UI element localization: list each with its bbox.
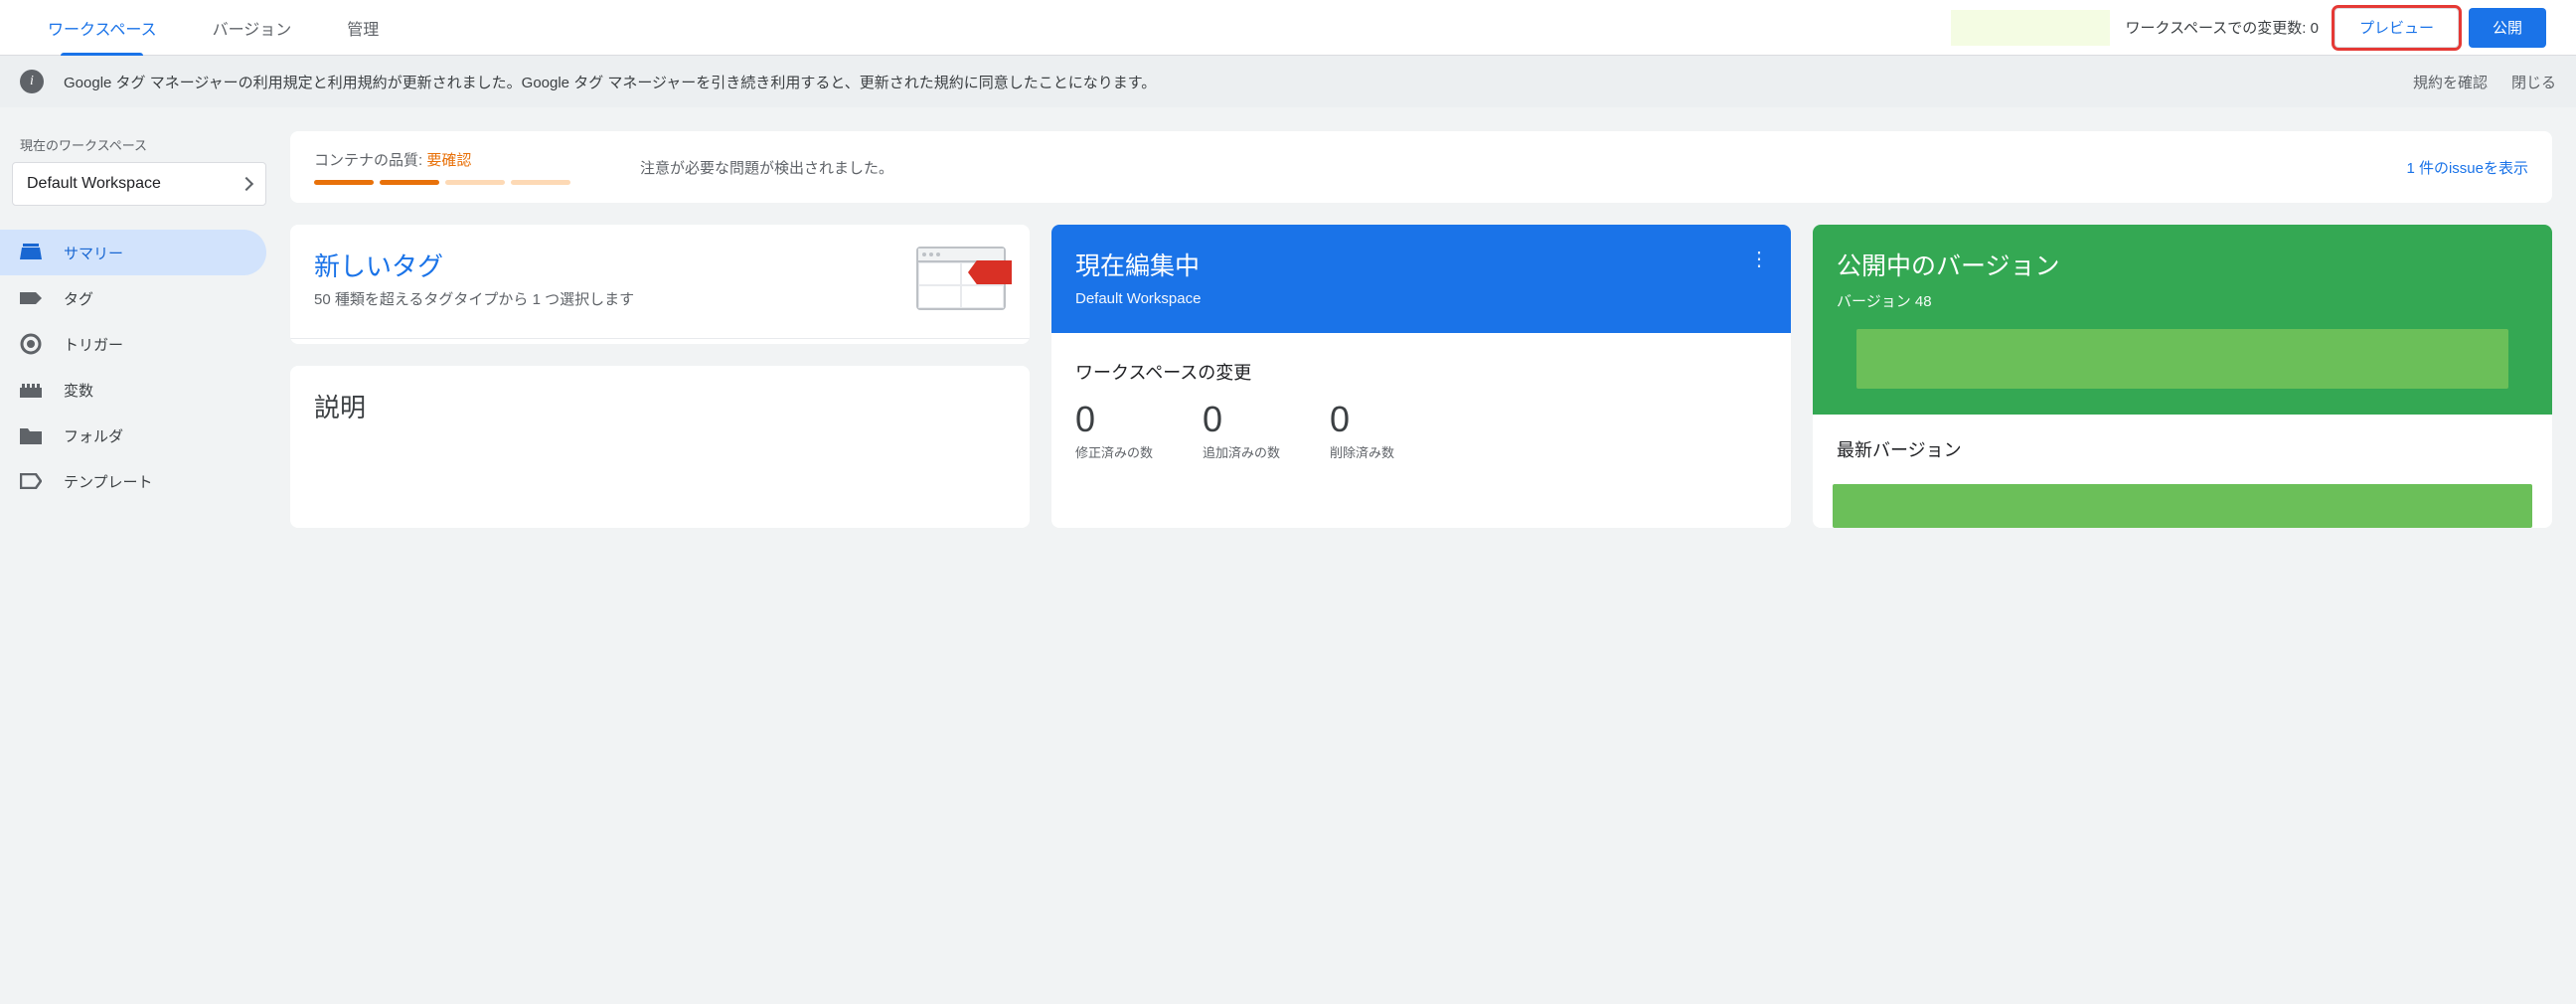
trigger-icon xyxy=(20,333,42,355)
container-quality-card: コンテナの品質: 要確認 注意が必要な問題が検出されました。 1 件のissue… xyxy=(290,131,2552,203)
add-new-tag-link[interactable]: 新しいタグを追加 xyxy=(290,338,1030,344)
nav-tags[interactable]: タグ xyxy=(0,275,266,321)
new-tag-card: 新しいタグ 50 種類を超えるタグタイプから 1 つ選択します 新し xyxy=(290,225,1030,344)
tab-workspace[interactable]: ワークスペース xyxy=(20,0,185,56)
nav-label: サマリー xyxy=(64,243,123,263)
nav-label: テンプレート xyxy=(64,471,153,492)
quality-message: 注意が必要な問題が検出されました。 xyxy=(640,157,2406,178)
stat-deleted: 0 削除済み数 xyxy=(1330,399,1394,461)
close-notice-link[interactable]: 閉じる xyxy=(2511,72,2556,92)
folder-icon xyxy=(20,424,42,446)
review-terms-link[interactable]: 規約を確認 xyxy=(2413,72,2488,92)
published-version-card: 公開中のバージョン バージョン 48 最新バージョン xyxy=(1813,225,2552,528)
tag-illustration-icon xyxy=(916,247,1006,316)
workspace-changes-title: ワークスペースの変更 xyxy=(1075,359,1767,385)
redacted-block xyxy=(1856,329,2508,389)
notice-text: Google タグ マネージャーの利用規定と利用規約が更新されました。Googl… xyxy=(64,72,2389,92)
variables-icon xyxy=(20,379,42,401)
nav-variables[interactable]: 変数 xyxy=(0,367,266,413)
quality-title: コンテナの品質: 要確認 xyxy=(314,149,570,170)
description-title: 説明 xyxy=(314,388,1006,424)
editing-card-menu-icon[interactable]: ⋮ xyxy=(1749,247,1771,271)
terms-notice-bar: i Google タグ マネージャーの利用規定と利用規約が更新されました。Goo… xyxy=(0,56,2576,107)
latest-version-label: 最新バージョン xyxy=(1837,436,2528,462)
nav-summary[interactable]: サマリー xyxy=(0,230,266,275)
nav-label: 変数 xyxy=(64,380,93,401)
workspace-selector[interactable]: Default Workspace xyxy=(12,162,266,206)
tab-admin[interactable]: 管理 xyxy=(319,0,406,56)
workspace-name: Default Workspace xyxy=(27,175,161,193)
nav-templates[interactable]: テンプレート xyxy=(0,458,266,504)
main-content: コンテナの品質: 要確認 注意が必要な問題が検出されました。 1 件のissue… xyxy=(278,107,2576,528)
new-tag-desc: 50 種類を超えるタグタイプから 1 つ選択します xyxy=(314,289,898,312)
workspace-changes-count: ワークスペースでの変更数: 0 xyxy=(2126,17,2319,38)
editing-title: 現在編集中 xyxy=(1075,247,1767,282)
nav-label: フォルダ xyxy=(64,425,123,446)
sidebar: 現在のワークスペース Default Workspace サマリー タグ トリガ… xyxy=(0,107,278,528)
nav-folders[interactable]: フォルダ xyxy=(0,413,266,458)
current-workspace-label: 現在のワークスペース xyxy=(0,135,278,162)
description-card: 説明 xyxy=(290,366,1030,529)
stat-added: 0 追加済みの数 xyxy=(1203,399,1280,461)
redacted-block xyxy=(1833,484,2532,528)
redacted-box xyxy=(1951,10,2110,46)
top-tabs-bar: ワークスペース バージョン 管理 ワークスペースでの変更数: 0 プレビュー 公… xyxy=(0,0,2576,56)
template-icon xyxy=(20,470,42,492)
preview-button[interactable]: プレビュー xyxy=(2334,8,2459,48)
chevron-right-icon xyxy=(240,177,253,191)
published-subtitle: バージョン 48 xyxy=(1837,290,2528,311)
tab-version[interactable]: バージョン xyxy=(185,0,320,56)
nav-label: トリガー xyxy=(64,334,123,355)
currently-editing-card: 現在編集中 Default Workspace ⋮ ワークスペースの変更 0 修… xyxy=(1051,225,1791,528)
nav-triggers[interactable]: トリガー xyxy=(0,321,266,367)
quality-issues-link[interactable]: 1 件のissueを表示 xyxy=(2406,157,2528,178)
nav-label: タグ xyxy=(64,288,93,309)
summary-icon xyxy=(20,242,42,263)
new-tag-title: 新しいタグ xyxy=(314,247,898,283)
quality-bars xyxy=(314,180,570,185)
stat-modified: 0 修正済みの数 xyxy=(1075,399,1153,461)
published-title: 公開中のバージョン xyxy=(1837,247,2528,282)
editing-subtitle: Default Workspace xyxy=(1075,290,1767,307)
info-icon: i xyxy=(20,70,44,93)
publish-button[interactable]: 公開 xyxy=(2469,8,2546,48)
tag-icon xyxy=(20,287,42,309)
